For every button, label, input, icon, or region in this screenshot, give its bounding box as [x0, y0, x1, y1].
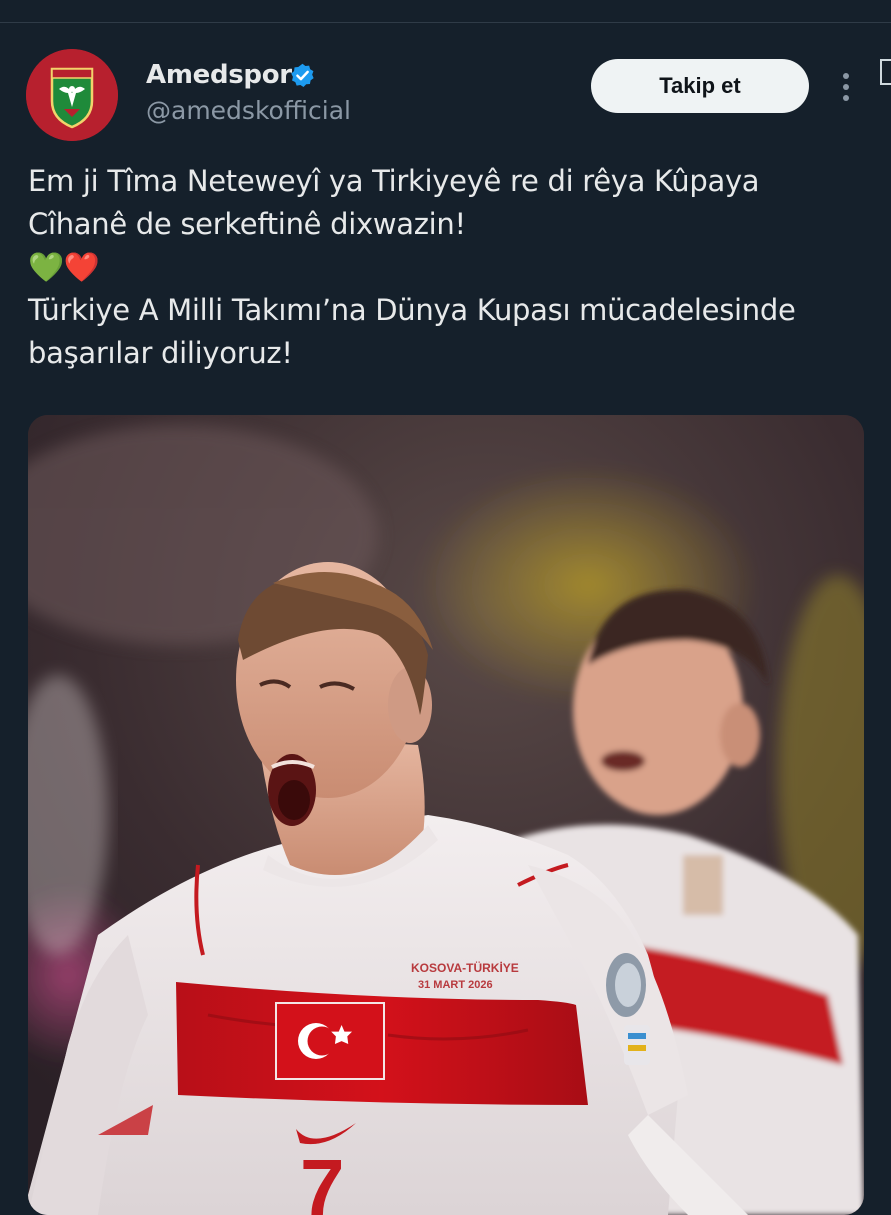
jersey-number: 7 [300, 1143, 345, 1215]
post-text-line: Em ji Tîma Neteweyî ya Tirkiyeyê re di r… [28, 164, 760, 198]
post-text: Em ji Tîma Neteweyî ya Tirkiyeyê re di r… [28, 160, 868, 375]
post-text-line: başarılar diliyoruz! [28, 336, 293, 370]
handle[interactable]: @amedskofficial [146, 96, 351, 125]
jersey-date-text: 31 MART 2026 [418, 979, 493, 991]
post-header: Amedspor @amedskofficial Takip et [0, 0, 891, 150]
celebrating-players-photo: 8 7 KOSOVA-TÜRKİYE 31 MART 2026 [28, 415, 864, 1215]
display-name[interactable]: Amedspor [146, 60, 292, 90]
more-options-icon[interactable] [834, 70, 858, 104]
post-text-line: Türkiye A Milli Takımı’na Dünya Kupası m… [28, 293, 796, 327]
verified-badge-icon [291, 63, 314, 87]
avatar[interactable] [26, 49, 118, 141]
post-text-line: Cîhanê de serkeftinê dixwazin! [28, 207, 466, 241]
amedspor-crest-icon [26, 49, 118, 141]
post-image[interactable]: 8 7 KOSOVA-TÜRKİYE 31 MART 2026 [28, 415, 864, 1215]
follow-button[interactable]: Takip et [591, 59, 809, 113]
scrollbar[interactable] [880, 59, 891, 85]
jersey-match-text: KOSOVA-TÜRKİYE [411, 960, 519, 975]
post-text-emoji-line: 💚❤️ [28, 250, 100, 284]
